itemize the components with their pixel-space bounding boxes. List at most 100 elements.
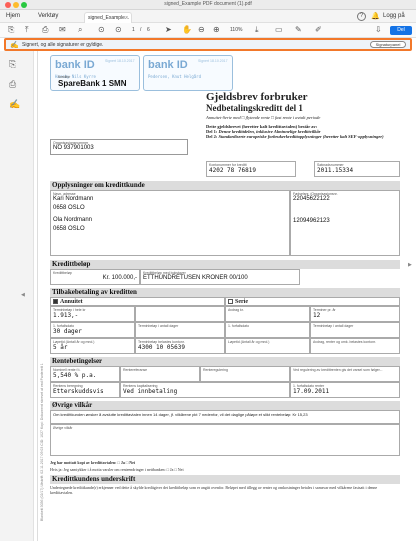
signature-valid-icon: ✍ [10,42,19,49]
fit-page-icon[interactable]: ⤓ [255,25,259,35]
hand-tool-icon[interactable]: ✋ [182,25,192,35]
debit-account-serie-box: Avdrag, renter og omk. belastes kontonr. [310,338,400,354]
consent-line: Hvis ja: Jeg samtykker i å motta varsler… [50,467,184,472]
zoom-in-icon[interactable]: ⊕ [213,25,220,35]
annuity-checkbox[interactable] [53,299,58,305]
rate-regulation-box: Renteregulering [200,366,290,382]
expand-right-panel-icon[interactable]: ▶ [408,262,412,268]
serie-label: Serie [235,299,248,305]
creditor-name: SpareBank 1 SMN [58,79,127,88]
signature-terms-text: Undertegnede kredittkunde(r) erkjenner v… [50,485,378,495]
bankid-logo: bank ID [55,59,95,71]
email-icon[interactable]: ✉ [59,25,66,35]
window-title: signed_Example PDF document (1).pdf [164,1,252,7]
section-interest-title: Rentebetingelser [50,357,400,366]
duration-value: 5 år [53,344,68,351]
term-days-serie-label: Terminbeløp i antall dager [313,324,354,328]
tab-close-icon[interactable]: × [125,15,128,21]
section-other-title: Øvrige vilkår [50,401,400,410]
section-repayment-title: Tilbakebetaling av kreditten [50,288,400,297]
pdf-page: Blankett 3036 (02/17) Utskrift: 02.11.20… [37,51,405,541]
login-link[interactable]: Logg på [383,13,405,19]
signature-icon[interactable]: ✍ [9,99,20,110]
amount-box: Kredittbeløp Kr. 100.000,- [50,269,140,285]
nominal-rate-value: 5,540 % p.a. [53,372,97,379]
term-days-box: Terminbeløp i antall dager [135,322,225,338]
pages-thumbnail-icon[interactable]: ⎘ [9,59,16,70]
page-current-input[interactable]: 1 [132,27,135,33]
term-amount-box: Terminbeløp i hele kr 1.913,- [50,306,135,322]
share-button[interactable]: Del [390,26,412,35]
print-icon[interactable]: ⎙ [42,25,48,35]
notification-bell-icon[interactable]: 🔔 [371,12,380,20]
help-icon[interactable]: ? [357,12,366,21]
draw-icon[interactable]: ✐ [315,25,322,35]
duration-serie-box: Løpetid (Antall år og mnd.) [225,338,310,354]
signature-notice-text: Signert, og alle signaturer er gyldige. [22,42,104,48]
debtor-name-2: Ola Nordmann [53,217,93,223]
rate-regulation-text: Ved regulering av kredittrenten gis det … [293,368,383,372]
signature-panel-button[interactable]: Signaturpanel [370,41,406,48]
duration-serie-label: Løpetid (Antall år og mnd.) [228,340,270,344]
interest-capitalization-box: Rentens kapitalisering Ved innbetaling [120,382,290,398]
other-terms-box: Øvrige vilkår [50,424,400,456]
zoom-level[interactable]: 110% [230,27,242,33]
part2-value: Standardiserte europeiske forbrukerkredi… [218,134,384,139]
menu-hjem[interactable]: Hjem [6,13,20,19]
debtor-address-1: 0658 OSLO [53,205,85,211]
page-total: 6 [147,27,150,33]
section-signature-title: Kredittkundens underskrift [50,475,400,484]
debit-account-serie-label: Avdrag, renter og omk. belastes kontonr. [313,340,376,344]
creditor-orgno-box: Organisasjonsnummer NO 937901003 [50,139,188,155]
other-terms-text: Om kredittkunden ønsker å avslutte kredi… [53,412,308,417]
page-down-icon[interactable]: ⊙ [115,25,122,35]
first-due-value: 30 dager [53,328,82,335]
signature-notice-bar: ✍ Signert, og alle signaturer er gyldige… [4,38,412,51]
account-number: 4202 78 76819 [209,167,256,174]
save-icon[interactable]: ⇩ [375,25,382,35]
select-cursor-icon[interactable]: ➤ [165,25,172,35]
search-icon[interactable]: ⌕ [78,25,82,35]
term-amount-value: 1.913,- [53,312,79,319]
amount-words-box: Kredittbeløp med bokstaver ETTHUNDRETUSE… [140,269,300,285]
rate-type-line: Annuitet-Serie med □ flytende rente □ fa… [206,115,321,120]
highlight-icon[interactable]: ✎ [295,25,302,35]
document-tab-label: signed_Example... [88,15,130,21]
amount-words-value: ETTHUNDRETUSEN KRONER 00/100 [143,275,248,281]
new-document-icon[interactable]: ⎘ [8,25,14,35]
page-separator: / [140,27,142,33]
section-debtor-title: Opplysninger om kredittkunde [50,181,400,190]
term-days-serie-box: Terminbeløp i antall dager [310,322,400,338]
document-tab[interactable]: signed_Example... × [84,12,132,23]
rate-reference-label: Rentereferanse [123,368,148,372]
collapse-sidebar-icon[interactable]: ◀ [21,292,25,298]
installment-label: Avdrag kr. [228,308,244,312]
title-bar: signed_Example PDF document (1).pdf [0,0,416,10]
nominal-rate-box: Nominell rente f.t. 5,540 % p.a. [50,366,120,382]
page-up-icon[interactable]: ⊙ [98,25,105,35]
first-due-box: 1. forfallsdato 30 dager [50,322,135,338]
part2-key: Del 2: [206,134,218,139]
upload-icon[interactable]: ⤒ [25,25,29,35]
left-sidebar: ⎘ ⎙ ✍ ◀ [0,51,34,541]
document-heading: Gjeldsbrev forbruker Nedbetalingskreditt… [206,91,400,139]
other-terms-text-box: Om kredittkunden ønsker å avslutte kredi… [50,410,400,424]
bankid-date: Signert 18.10.2017 [198,59,228,63]
debtor-ids-box: Fødselsnr. /Organisasjonsnr. 22045622122… [290,190,400,256]
menu-verktoy[interactable]: Verktøy [38,13,58,19]
zoom-out-icon[interactable]: ⊖ [198,25,205,35]
interest-capitalization-value: Ved innbetaling [123,388,178,395]
document-subtitle: Nedbetalingskreditt del 1 [206,103,303,113]
debit-account-value: 4300 10 05639 [138,344,185,351]
empty-cell [135,306,225,322]
serie-checkbox[interactable] [228,299,233,305]
bankid-date: Signert 18.10.2017 [105,59,135,63]
comment-icon[interactable]: ▭ [275,25,283,35]
document-title: Gjeldsbrev forbruker [206,91,308,103]
rate-regulation-text-box: Ved regulering av kredittrenten gis det … [290,366,400,382]
amount-value: Kr. 100.000,- [102,275,137,281]
application-number: 2011.15334 [317,167,354,174]
bookmark-icon[interactable]: ⎙ [9,79,16,90]
debtor-id-2: 12094962123 [293,218,330,224]
terms-per-year-box: Terminer pr. år 12 [310,306,400,322]
